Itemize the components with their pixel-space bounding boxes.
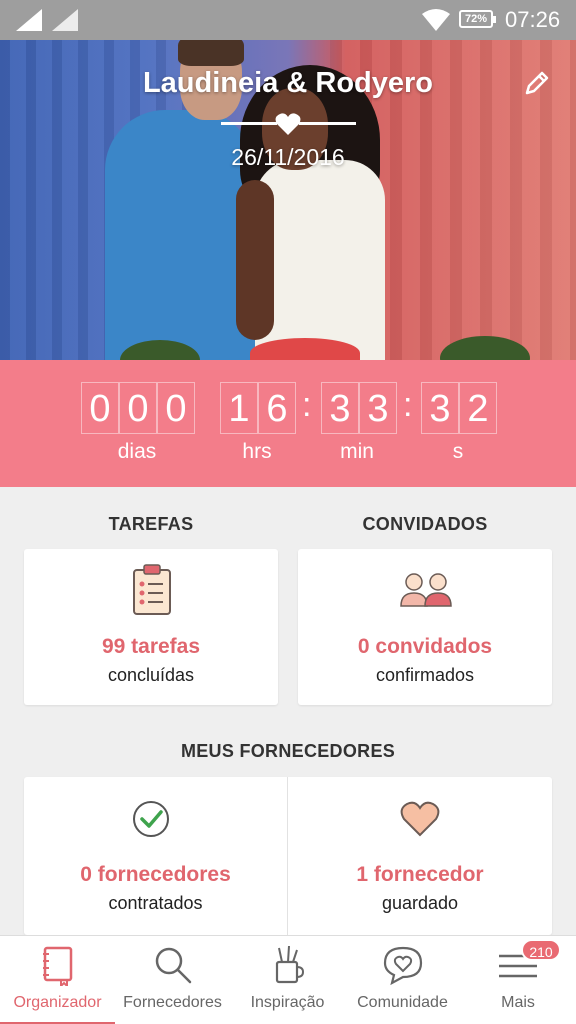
heart-icon (275, 113, 301, 135)
tasks-title: TAREFAS (108, 514, 194, 534)
guests-card[interactable]: 0 convidados confirmados (298, 549, 552, 705)
saved-vendors-count: 1 fornecedor (356, 863, 484, 886)
signal-icon (16, 9, 42, 31)
tasks-count: 99 tarefas (101, 635, 201, 658)
chat-heart-icon (383, 946, 422, 986)
hours-label: hrs (242, 440, 272, 463)
nav-label: Comunidade (357, 994, 448, 1011)
photo-figure (250, 338, 360, 360)
tasks-card[interactable]: 99 tarefas concluídas (24, 549, 278, 705)
minutes-label: min (340, 440, 374, 463)
title-divider (221, 122, 277, 125)
countdown-panel: 0 0 0 1 6 : 3 3 : 3 2 dias hrs min s (0, 360, 576, 487)
days-label: dias (117, 440, 157, 463)
guests-status: confirmados (375, 665, 475, 685)
countdown-digit: 0 (81, 382, 119, 434)
guests-count: 0 convidados (357, 635, 493, 658)
countdown-digit: 0 (119, 382, 157, 434)
photo-figure (236, 180, 274, 340)
nav-organizador[interactable]: Organizador (0, 936, 115, 1024)
nav-label: Inspiração (250, 994, 325, 1011)
nav-label: Organizador (13, 994, 102, 1011)
nav-label: Fornecedores (123, 994, 222, 1011)
hired-vendors-status: contratados (108, 893, 203, 913)
countdown-digit: 6 (258, 382, 296, 434)
nav-fornecedores[interactable]: Fornecedores (115, 936, 230, 1024)
countdown-digit: 1 (220, 382, 258, 434)
wedding-date: 26/11/2016 (231, 144, 345, 170)
nav-comunidade[interactable]: Comunidade (345, 936, 460, 1024)
saved-vendors-card[interactable]: 1 fornecedor guardado (288, 777, 552, 935)
guests-icon (400, 573, 452, 607)
saved-vendors-status: guardado (381, 893, 459, 913)
seconds-label: s (452, 440, 464, 463)
nav-inspiracao[interactable]: Inspiração (230, 936, 345, 1024)
notification-badge: 210 (521, 939, 561, 961)
couple-photo[interactable]: Laudineia & Rodyero 26/11/2016 (0, 40, 576, 360)
check-circle-icon (133, 801, 169, 837)
countdown-separator: : (403, 386, 413, 424)
countdown-digit: 3 (321, 382, 359, 434)
title-divider (299, 122, 356, 125)
notebook-icon (42, 946, 72, 986)
signal-icon (52, 9, 78, 31)
search-icon (155, 947, 191, 984)
countdown-digit: 0 (157, 382, 195, 434)
hired-vendors-count: 0 fornecedores (80, 863, 231, 886)
hired-vendors-card[interactable]: 0 fornecedores contratados (24, 777, 287, 935)
photo-figure (178, 40, 244, 66)
tasks-status: concluídas (107, 665, 195, 685)
nav-label: Mais (501, 994, 535, 1011)
countdown-digit: 3 (359, 382, 397, 434)
vendors-title: MEUS FORNECEDORES (180, 741, 396, 761)
status-time: 07:26 (505, 7, 561, 32)
heart-icon (400, 801, 440, 837)
couple-names: Laudineia & Rodyero (142, 67, 434, 99)
checklist-icon (133, 564, 171, 615)
countdown-digit: 2 (459, 382, 497, 434)
edit-pencil-icon[interactable] (522, 68, 552, 98)
battery-icon: 72% (459, 10, 496, 28)
photo-figure (255, 160, 385, 360)
countdown-digit: 3 (421, 382, 459, 434)
bottom-navigation: Organizador Fornecedores Inspiração Comu… (0, 935, 576, 1024)
brush-cup-icon (275, 945, 304, 984)
countdown-separator: : (302, 386, 312, 424)
guests-title: CONVIDADOS (362, 514, 488, 534)
status-bar: 72% 07:26 (0, 0, 576, 40)
wifi-icon (422, 9, 450, 31)
